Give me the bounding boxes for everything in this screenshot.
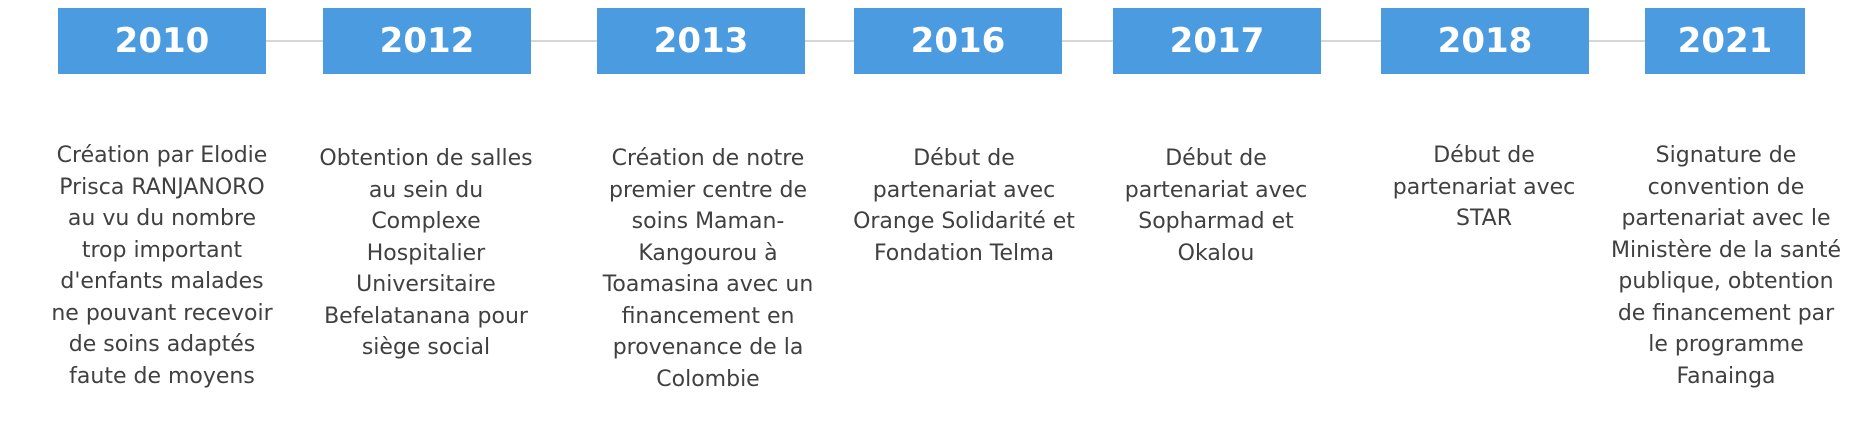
year-label: 2010	[114, 21, 210, 61]
description-line: Befelatanana pour	[324, 303, 528, 329]
description-line: Début de	[1433, 143, 1535, 168]
description-line: trop important	[81, 237, 243, 263]
year-box-2016: 2016	[854, 8, 1062, 74]
description-line: partenariat avec	[872, 177, 1056, 203]
description-line: Création par Elodie	[56, 143, 268, 168]
year-box-2013: 2013	[597, 8, 805, 74]
description-line: ne pouvant recevoir	[51, 300, 273, 326]
year-box-2018: 2018	[1381, 8, 1589, 74]
description-line: Universitaire	[356, 272, 496, 297]
milestone-description-2018: Début de partenariat avec STAR	[1358, 140, 1610, 235]
year-label: 2013	[653, 21, 749, 61]
description-line: Colombie	[656, 366, 760, 392]
milestone-description-2012: Obtention de salles au sein du Complexe …	[300, 143, 552, 364]
description-line: Fondation Telma	[873, 240, 1055, 266]
description-line: soins Maman-	[631, 209, 785, 234]
description-line: Orange Solidarité et	[853, 209, 1075, 234]
year-label: 2012	[379, 21, 475, 61]
description-line: Okalou	[1177, 240, 1255, 266]
description-line: Toamasina avec un	[602, 272, 814, 297]
description-line: Obtention de salles	[319, 146, 533, 171]
description-line: partenariat avec	[1392, 174, 1576, 200]
description-line: partenariat avec le	[1621, 206, 1831, 231]
milestone-description-2021: Signature de convention de partenariat a…	[1600, 140, 1852, 392]
year-box-2017: 2017	[1113, 8, 1321, 74]
description-line: Sopharmad et	[1138, 209, 1294, 234]
year-label: 2021	[1677, 21, 1773, 61]
description-line: Début de	[1165, 146, 1267, 171]
description-line: d'enfants malades	[60, 269, 264, 294]
description-line: au sein du	[368, 177, 484, 203]
description-line: Kangourou à	[638, 240, 778, 266]
description-line: STAR	[1455, 206, 1513, 231]
description-line: Début de	[913, 146, 1015, 171]
description-line: faute de moyens	[69, 363, 255, 389]
description-line: provenance de la	[612, 335, 804, 360]
year-label: 2017	[1169, 21, 1265, 61]
description-line: Signature de	[1655, 143, 1797, 168]
year-label: 2018	[1437, 21, 1533, 61]
year-box-2010: 2010	[58, 8, 266, 74]
year-box-2021: 2021	[1645, 8, 1805, 74]
description-line: le programme	[1648, 332, 1804, 357]
description-line: Fanainga	[1676, 363, 1776, 389]
timeline: 2010 2012 2013 2016 2017 2018 2021 Créat…	[0, 0, 1861, 422]
description-line: au vu du nombre	[67, 206, 257, 231]
description-line: Complexe	[371, 209, 481, 234]
description-line: de financement par	[1617, 300, 1835, 326]
milestone-description-2017: Début de partenariat avec Sopharmad et O…	[1090, 143, 1342, 269]
description-line: siège social	[361, 335, 491, 360]
milestone-description-2016: Début de partenariat avec Orange Solidar…	[838, 143, 1090, 269]
description-line: Création de notre	[611, 146, 805, 171]
milestone-description-2010: Création par Elodie Prisca RANJANORO au …	[36, 140, 288, 392]
description-line: de soins adaptés	[68, 332, 256, 357]
description-line: publique, obtention	[1618, 269, 1834, 294]
description-line: Hospitalier	[366, 240, 486, 266]
year-box-2012: 2012	[323, 8, 531, 74]
description-line: Ministère de la santé	[1611, 237, 1841, 263]
description-line: convention de	[1647, 174, 1805, 200]
description-line: financement en	[621, 303, 795, 329]
description-line: partenariat avec	[1124, 177, 1308, 203]
description-line: Prisca RANJANORO	[59, 174, 265, 200]
milestone-description-2013: Création de notre premier centre de soin…	[582, 143, 834, 395]
year-label: 2016	[910, 21, 1006, 61]
description-line: premier centre de	[609, 177, 807, 203]
